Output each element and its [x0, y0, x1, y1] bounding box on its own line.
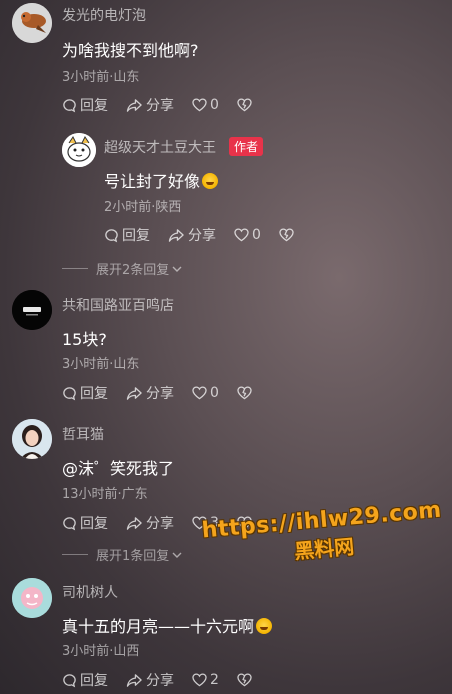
reply-label: 回复	[122, 228, 150, 244]
reply-button[interactable]: 回复	[62, 383, 108, 403]
broken-heart-icon	[237, 98, 252, 112]
share-button[interactable]: 分享	[126, 383, 174, 403]
comment-text: 15块?	[62, 330, 107, 349]
comment-text: 真十五的月亮——十六元啊	[62, 613, 273, 637]
comment-text: @沫゜笑死我了	[62, 459, 175, 478]
comment-actions: 回复 分享 2	[62, 670, 273, 690]
commenter-name[interactable]: 共和国路亚百鸣店	[62, 295, 174, 315]
dislike-button[interactable]	[237, 98, 255, 112]
reply-label: 回复	[80, 98, 108, 114]
avatar[interactable]	[12, 290, 52, 330]
dislike-button[interactable]	[237, 386, 255, 400]
share-label: 分享	[146, 516, 174, 532]
heart-icon	[192, 673, 207, 687]
like-button[interactable]: 0	[192, 97, 219, 113]
share-button[interactable]: 分享	[126, 95, 174, 115]
avatar[interactable]	[12, 419, 52, 459]
reply-label: 回复	[80, 386, 108, 402]
comment-meta: 3小时前·山西	[62, 644, 140, 659]
watermark: https://ihlw29.com 黑料网	[198, 497, 448, 572]
author-badge: 作者	[229, 137, 264, 156]
cartoon-cat-avatar-image	[62, 133, 96, 167]
comment-actions: 回复 分享 0	[62, 383, 273, 403]
reply-bubble-icon	[63, 673, 76, 687]
laugh-cry-emoji-icon	[256, 618, 273, 634]
expand-replies-label: 展开1条回复	[96, 549, 170, 564]
share-arrow-icon	[126, 98, 142, 112]
share-button[interactable]: 分享	[126, 670, 174, 690]
reply-button[interactable]: 回复	[62, 95, 108, 115]
like-count: 0	[210, 97, 219, 113]
black-logo-avatar-image	[12, 290, 52, 330]
reply-bubble-icon	[105, 228, 118, 242]
reply-label: 回复	[80, 516, 108, 532]
like-button[interactable]: 0	[234, 227, 261, 243]
share-button[interactable]: 分享	[126, 513, 174, 533]
share-label: 分享	[146, 386, 174, 402]
pink-doodle-avatar-image	[12, 578, 52, 618]
girl-portrait-avatar-image	[12, 419, 52, 459]
dislike-button[interactable]	[237, 673, 255, 687]
chevron-down-icon	[172, 552, 182, 558]
heart-icon	[192, 386, 207, 400]
comment-text: 为啥我搜不到他啊?	[62, 41, 199, 60]
commenter-name[interactable]: 哲耳猫	[62, 424, 104, 444]
comment-text: 号让封了好像	[104, 168, 219, 192]
comment-meta: 13小时前·广东	[62, 487, 148, 502]
dislike-button[interactable]	[279, 228, 297, 242]
share-arrow-icon	[168, 228, 184, 242]
broken-heart-icon	[279, 228, 294, 242]
commenter-name[interactable]: 发光的电灯泡	[62, 5, 146, 25]
comment-meta: 2小时前·陕西	[104, 200, 182, 215]
share-arrow-icon	[126, 673, 142, 687]
heart-icon	[192, 98, 207, 112]
expand-replies-label: 展开2条回复	[96, 263, 170, 278]
divider-line	[62, 554, 88, 555]
avatar[interactable]	[62, 133, 96, 167]
reply-bubble-icon	[63, 516, 76, 530]
share-button[interactable]: 分享	[168, 225, 216, 245]
share-label: 分享	[188, 228, 216, 244]
commenter-name[interactable]: 超级天才土豆大王	[104, 137, 216, 157]
comment-meta: 3小时前·山东	[62, 70, 140, 85]
reply-button[interactable]: 回复	[62, 670, 108, 690]
reply-bubble-icon	[63, 386, 76, 400]
share-label: 分享	[146, 98, 174, 114]
share-arrow-icon	[126, 386, 142, 400]
like-count: 0	[210, 385, 219, 401]
bird-avatar-image	[12, 3, 52, 43]
comment-text-content: 真十五的月亮——十六元啊	[62, 617, 255, 636]
like-count: 2	[210, 672, 219, 688]
reply-button[interactable]: 回复	[104, 225, 150, 245]
chevron-down-icon	[172, 266, 182, 272]
share-arrow-icon	[126, 516, 142, 530]
reply-bubble-icon	[63, 98, 76, 112]
broken-heart-icon	[237, 386, 252, 400]
comment-actions: 回复 分享 0	[104, 225, 315, 245]
expand-replies-button[interactable]: 展开1条回复	[62, 545, 183, 564]
divider-line	[62, 268, 88, 269]
comment-text-content: 号让封了好像	[104, 172, 201, 191]
laugh-cry-emoji-icon	[202, 173, 219, 189]
heart-icon	[234, 228, 249, 242]
avatar[interactable]	[12, 3, 52, 43]
like-count: 0	[252, 227, 261, 243]
comment-meta: 3小时前·山东	[62, 357, 140, 372]
like-button[interactable]: 0	[192, 385, 219, 401]
broken-heart-icon	[237, 673, 252, 687]
like-button[interactable]: 2	[192, 672, 219, 688]
expand-replies-button[interactable]: 展开2条回复	[62, 259, 183, 278]
reply-button[interactable]: 回复	[62, 513, 108, 533]
commenter-name[interactable]: 司机树人	[62, 582, 118, 602]
comment-actions: 回复 分享 0	[62, 95, 273, 115]
reply-label: 回复	[80, 673, 108, 689]
share-label: 分享	[146, 673, 174, 689]
avatar[interactable]	[12, 578, 52, 618]
